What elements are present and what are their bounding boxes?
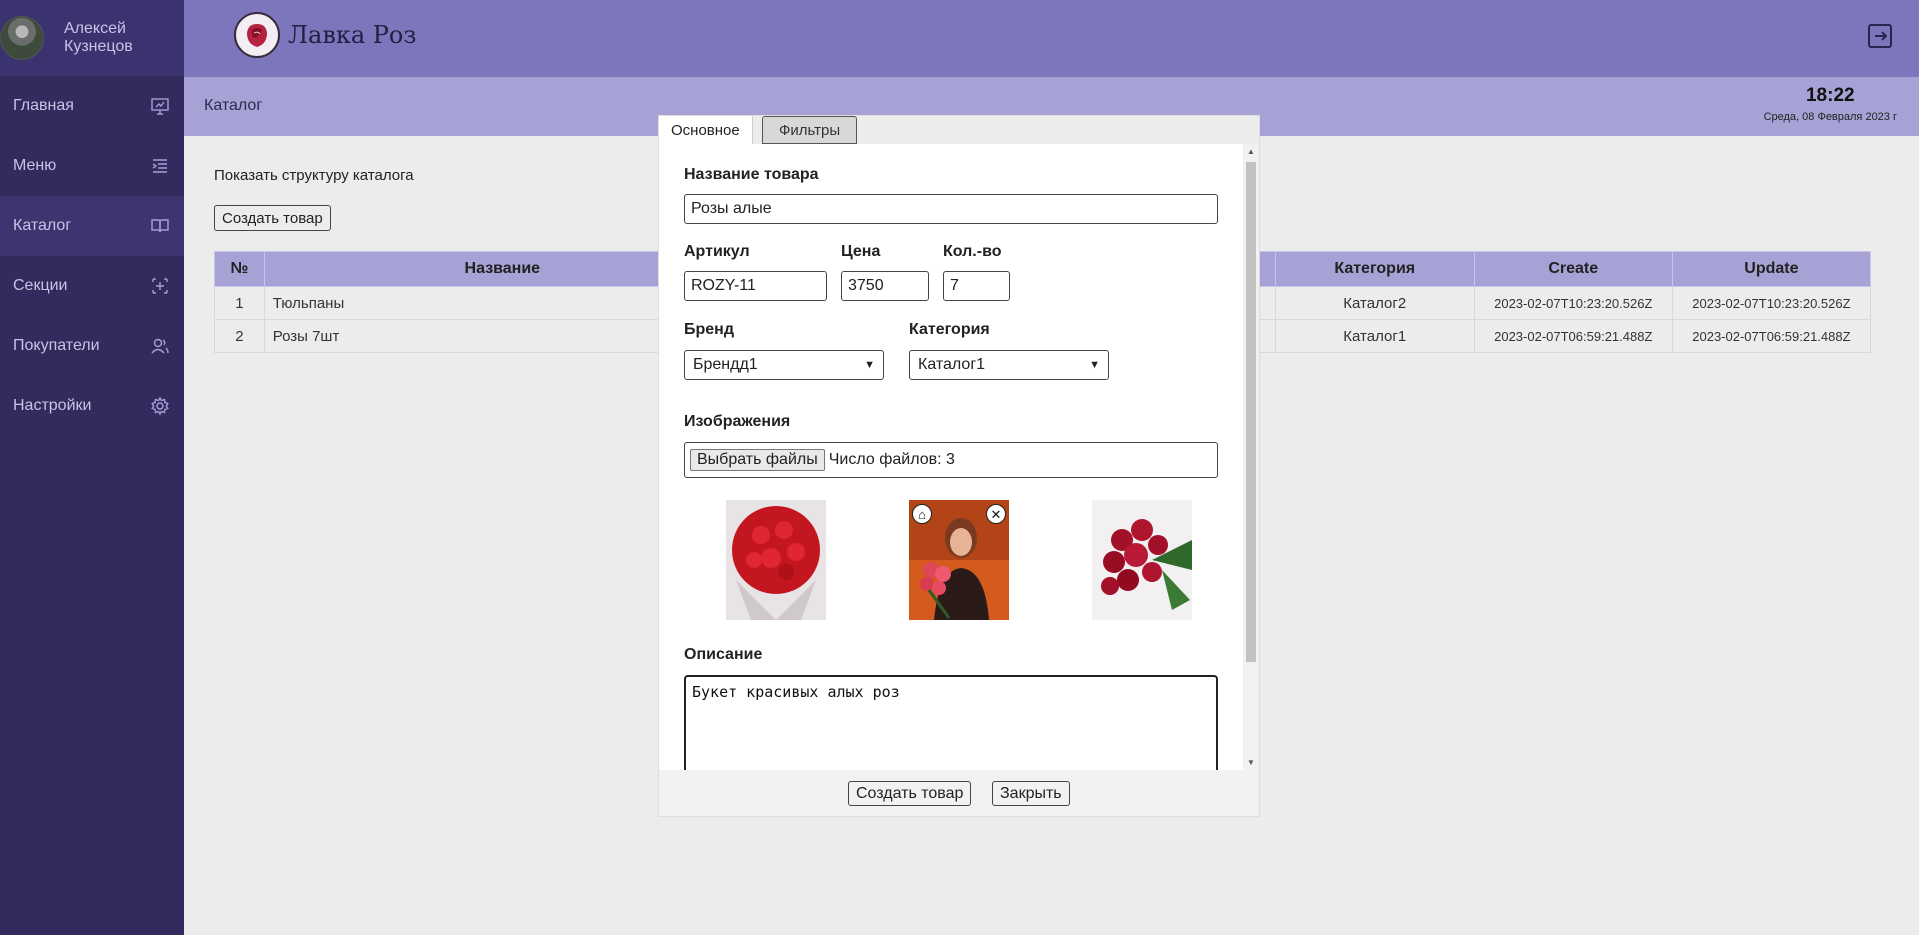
image-thumbnail[interactable] bbox=[1092, 500, 1192, 620]
brand-name: Лавка Роз bbox=[288, 21, 417, 49]
sidebar-item-label: Настройки bbox=[13, 397, 92, 414]
clock-date: Среда, 08 Февраля 2023 г bbox=[1763, 111, 1897, 123]
sidebar-item-label: Секции bbox=[13, 277, 68, 294]
user-first-name: Алексей bbox=[64, 20, 126, 37]
product-modal: Основное Фильтры Название товара Розы ал… bbox=[659, 116, 1259, 816]
image-thumbnail[interactable] bbox=[726, 500, 826, 620]
price-input[interactable]: 3750 bbox=[841, 271, 929, 301]
cell-update: 2023-02-07T06:59:21.488Z bbox=[1671, 319, 1872, 353]
modal-footer: Создать товар Закрыть bbox=[659, 770, 1259, 816]
brand-logo[interactable]: Лавка Роз bbox=[234, 12, 416, 58]
brand-select-value: Брендд1 bbox=[693, 356, 758, 373]
quantity-label: Кол.-во bbox=[943, 243, 1002, 260]
column-header-update[interactable]: Update bbox=[1671, 251, 1872, 287]
sku-input[interactable]: ROZY-11 bbox=[684, 271, 827, 301]
sidebar-item-home[interactable]: Главная bbox=[0, 76, 184, 136]
user-name: Алексей Кузнецов bbox=[64, 20, 133, 56]
top-header: Лавка Роз bbox=[184, 0, 1919, 77]
modal-tabs: Основное Фильтры bbox=[659, 116, 1259, 144]
create-product-button[interactable]: Создать товар bbox=[214, 205, 331, 231]
user-panel[interactable]: Алексей Кузнецов bbox=[0, 0, 184, 76]
logout-icon[interactable] bbox=[1866, 22, 1894, 50]
chevron-down-icon: ▼ bbox=[1089, 359, 1100, 371]
rose-bouquet-image bbox=[726, 500, 826, 620]
close-modal-button[interactable]: Закрыть bbox=[992, 781, 1070, 806]
price-label: Цена bbox=[841, 243, 881, 260]
tab-filters[interactable]: Фильтры bbox=[762, 116, 858, 144]
menu-indent-icon bbox=[150, 156, 170, 176]
category-label: Категория bbox=[909, 321, 990, 338]
sidebar-item-settings[interactable]: Настройки bbox=[0, 376, 184, 436]
category-select-value: Каталог1 bbox=[918, 356, 986, 373]
choose-files-button[interactable]: Выбрать файлы bbox=[690, 449, 825, 471]
user-last-name: Кузнецов bbox=[64, 38, 133, 55]
product-name-input[interactable]: Розы алые bbox=[684, 194, 1218, 224]
brand-select[interactable]: Брендд1 ▼ bbox=[684, 350, 884, 380]
image-thumbnail[interactable]: ⌂ ✕ bbox=[909, 500, 1009, 620]
users-icon bbox=[150, 336, 170, 356]
quantity-input[interactable]: 7 bbox=[943, 271, 1010, 301]
remove-image-close-icon[interactable]: ✕ bbox=[986, 504, 1006, 524]
file-count: Число файлов: 3 bbox=[828, 451, 955, 468]
scroll-thumb[interactable] bbox=[1246, 162, 1256, 662]
book-icon bbox=[150, 216, 170, 236]
scroll-up-arrow-icon[interactable]: ▲ bbox=[1247, 147, 1255, 156]
red-roses-image bbox=[1092, 500, 1192, 620]
presentation-icon bbox=[150, 96, 170, 116]
clock: 18:22 Среда, 08 Февраля 2023 г bbox=[1764, 85, 1897, 123]
sidebar-item-menu[interactable]: Меню bbox=[0, 136, 184, 196]
cell-num: 1 bbox=[214, 286, 265, 320]
brand-label: Бренд bbox=[684, 321, 734, 338]
sidebar-item-label: Каталог bbox=[13, 217, 72, 234]
column-header-create[interactable]: Create bbox=[1473, 251, 1673, 287]
column-header-category[interactable]: Категория bbox=[1274, 251, 1475, 287]
scroll-down-arrow-icon[interactable]: ▼ bbox=[1247, 758, 1255, 767]
file-input[interactable]: Выбрать файлы Число файлов: 3 bbox=[684, 442, 1218, 478]
set-main-home-icon[interactable]: ⌂ bbox=[912, 504, 932, 524]
cell-create: 2023-02-07T06:59:21.488Z bbox=[1473, 319, 1673, 353]
cell-category: Каталог2 bbox=[1274, 286, 1475, 320]
submit-create-product-button[interactable]: Создать товар bbox=[848, 781, 972, 806]
sidebar-item-label: Меню bbox=[13, 157, 57, 174]
sidebar-item-catalog[interactable]: Каталог bbox=[0, 196, 184, 256]
avatar bbox=[0, 16, 44, 60]
cell-num: 2 bbox=[214, 319, 265, 353]
product-name-label: Название товара bbox=[684, 166, 819, 183]
clock-time: 18:22 bbox=[1805, 85, 1855, 106]
sku-label: Артикул bbox=[684, 243, 750, 260]
chevron-down-icon: ▼ bbox=[864, 359, 875, 371]
sidebar-item-label: Покупатели bbox=[13, 337, 100, 354]
sidebar-item-customers[interactable]: Покупатели bbox=[0, 316, 184, 376]
tab-main[interactable]: Основное bbox=[659, 116, 753, 144]
show-structure-link[interactable]: Показать структуру каталога bbox=[214, 167, 414, 184]
images-label: Изображения bbox=[684, 413, 791, 430]
cell-update: 2023-02-07T10:23:20.526Z bbox=[1671, 286, 1872, 320]
modal-body: Название товара Розы алые Артикул ROZY-1… bbox=[659, 144, 1243, 770]
sidebar-item-label: Главная bbox=[13, 97, 74, 114]
sidebar: Алексей Кузнецов Главная Меню Каталог Се… bbox=[0, 0, 184, 935]
sidebar-item-sections[interactable]: Секции bbox=[0, 256, 184, 316]
description-label: Описание bbox=[684, 646, 763, 663]
cell-category: Каталог1 bbox=[1274, 319, 1475, 353]
column-header-num[interactable]: № bbox=[214, 251, 265, 287]
rose-logo-icon bbox=[234, 12, 280, 58]
category-select[interactable]: Каталог1 ▼ bbox=[909, 350, 1109, 380]
sections-icon bbox=[150, 276, 170, 296]
gear-icon bbox=[150, 396, 170, 416]
cell-create: 2023-02-07T10:23:20.526Z bbox=[1473, 286, 1673, 320]
breadcrumb: Каталог bbox=[204, 97, 263, 114]
description-textarea[interactable]: Букет красивых алых роз bbox=[684, 675, 1218, 770]
modal-scrollbar[interactable]: ▲ ▼ bbox=[1243, 144, 1259, 770]
